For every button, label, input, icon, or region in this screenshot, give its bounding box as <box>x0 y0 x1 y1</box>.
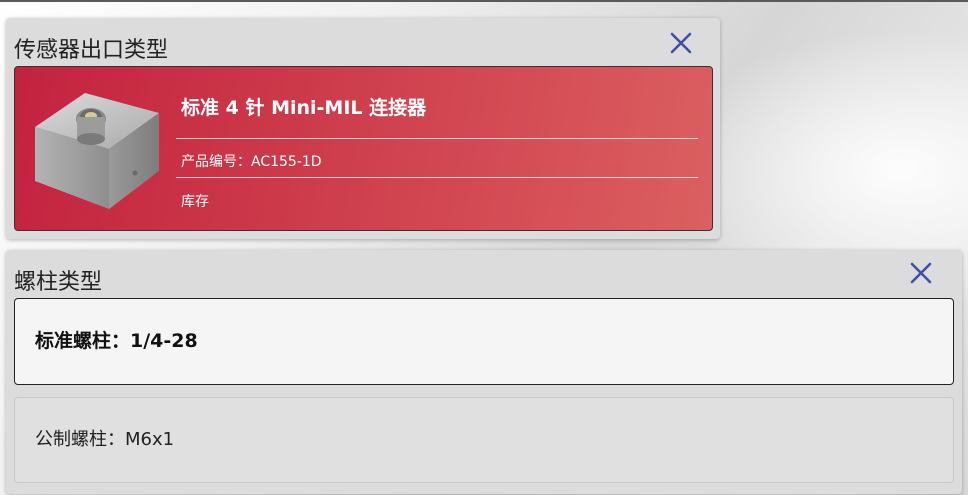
product-part-number: 产品编号：AC155-1D <box>181 154 322 170</box>
product-name: 标准 4 针 Mini-MIL 连接器 <box>181 97 427 119</box>
panel-title: 螺柱类型 <box>14 270 103 295</box>
option-label: 公制螺柱：M6x1 <box>35 429 175 450</box>
divider <box>176 138 698 139</box>
divider <box>176 177 698 178</box>
panel-title: 传感器出口类型 <box>14 38 169 63</box>
product-image <box>27 79 172 219</box>
option-metric-stud[interactable]: 公制螺柱：M6x1 <box>14 397 954 483</box>
close-icon[interactable] <box>908 260 934 286</box>
close-icon[interactable] <box>668 30 694 56</box>
product-stock: 库存 <box>181 194 209 210</box>
option-label: 标准螺柱：1/4-28 <box>35 330 198 352</box>
sensor-output-panel: 传感器出口类型 标准 4 针 Mini-MIL 连接器 产品编号：AC155-1… <box>6 18 720 239</box>
stud-type-panel: 螺柱类型 标准螺柱：1/4-28 公制螺柱：M6x1 <box>6 250 962 494</box>
product-card-connector[interactable]: 标准 4 针 Mini-MIL 连接器 产品编号：AC155-1D 库存 <box>14 66 713 231</box>
option-standard-stud[interactable]: 标准螺柱：1/4-28 <box>14 298 954 385</box>
